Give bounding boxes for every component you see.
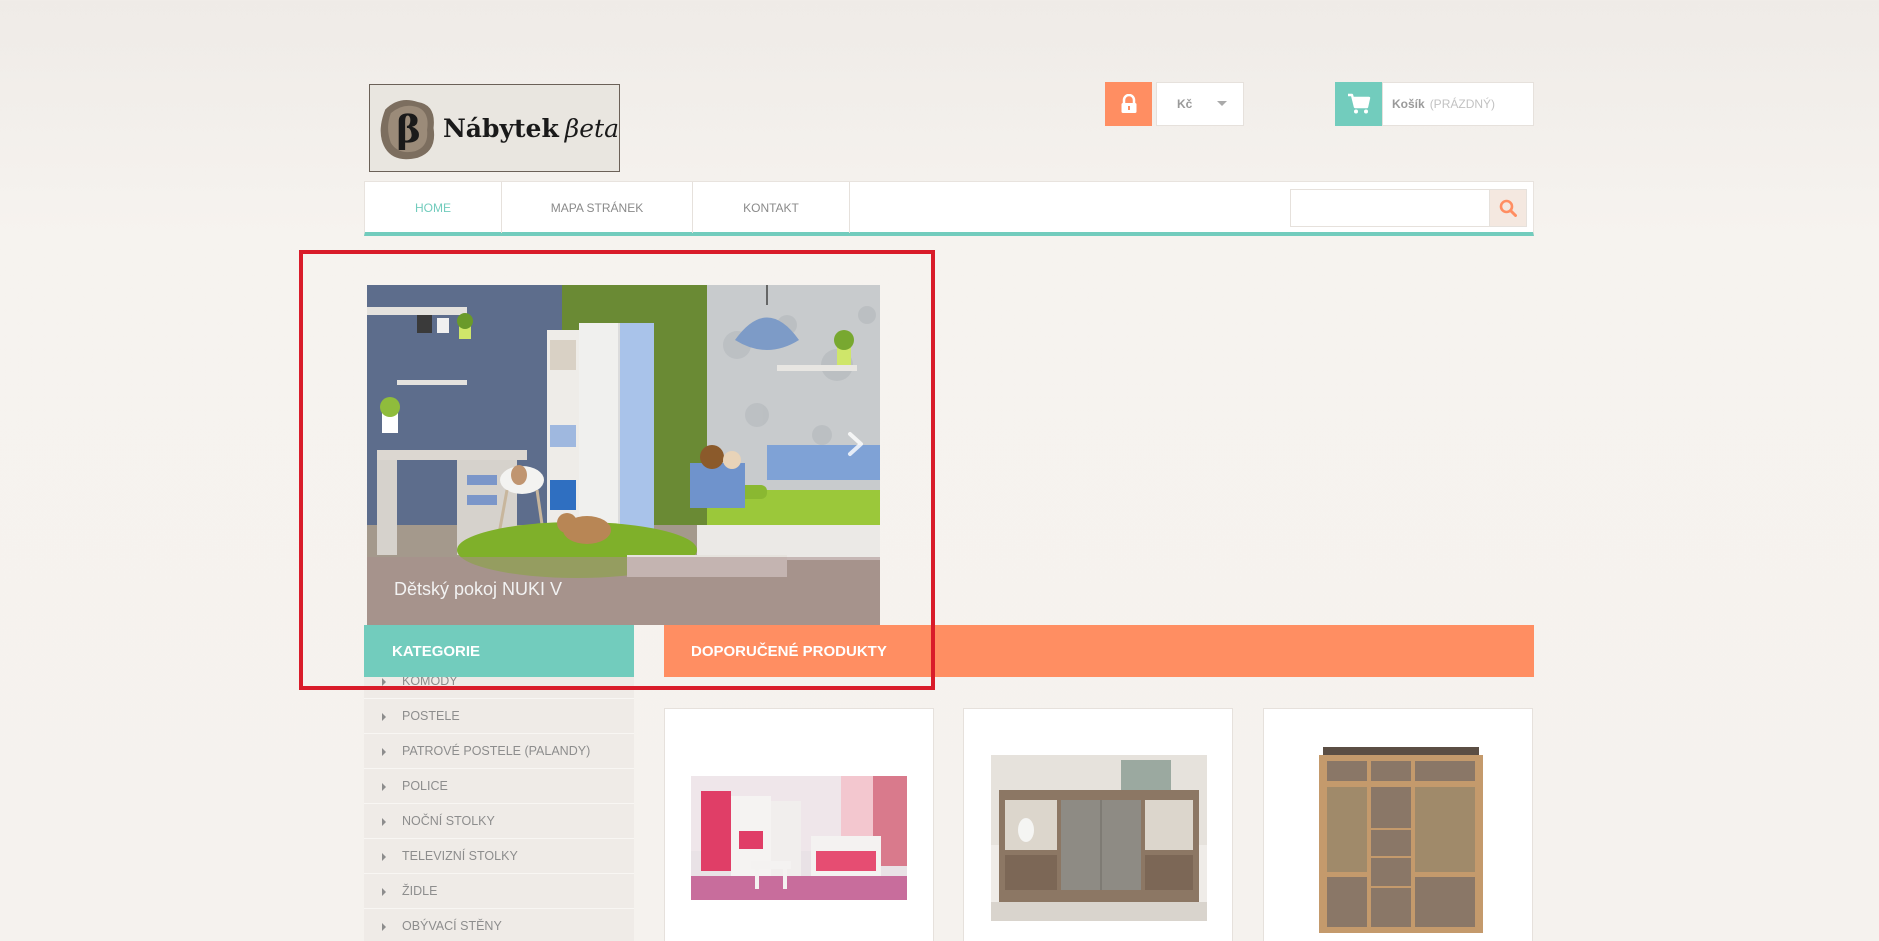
category-item-police[interactable]: POLICE bbox=[364, 769, 634, 804]
category-item-zidle[interactable]: ŽIDLE bbox=[364, 874, 634, 909]
highlight-box bbox=[299, 250, 935, 690]
search-icon bbox=[1499, 199, 1517, 217]
product-image-display-cabinet bbox=[1309, 747, 1489, 935]
logo-script: βeta bbox=[564, 113, 619, 143]
category-item-patrove-postele[interactable]: PATROVÉ POSTELE (PALANDY) bbox=[364, 734, 634, 769]
chevron-down-icon bbox=[1217, 101, 1227, 106]
search-input[interactable] bbox=[1290, 189, 1490, 227]
caret-right-icon bbox=[382, 713, 386, 721]
caret-right-icon bbox=[382, 818, 386, 826]
cart-button[interactable] bbox=[1335, 82, 1382, 126]
product-image-sideboard-cabinet bbox=[991, 755, 1207, 921]
product-image-pink-kids-room bbox=[691, 776, 907, 900]
cart-label: Košík bbox=[1392, 97, 1425, 111]
cart-icon bbox=[1347, 93, 1370, 114]
caret-right-icon bbox=[382, 748, 386, 756]
category-item-postele[interactable]: POSTELE bbox=[364, 699, 634, 734]
search-button[interactable] bbox=[1489, 189, 1527, 227]
cart-summary[interactable]: Košík (PRÁZDNÝ) bbox=[1382, 82, 1534, 126]
logo-emblem-icon: β bbox=[380, 99, 435, 160]
product-card[interactable] bbox=[963, 708, 1233, 941]
logo-text: Nábytek bbox=[442, 113, 559, 143]
nav-item-sitemap[interactable]: MAPA STRÁNEK bbox=[502, 182, 693, 233]
currency-value: Kč bbox=[1177, 97, 1193, 111]
cart-status: (PRÁZDNÝ) bbox=[1429, 97, 1496, 111]
category-item-nocni-stolky[interactable]: NOČNÍ STOLKY bbox=[364, 804, 634, 839]
lock-icon bbox=[1121, 94, 1136, 113]
svg-text:β: β bbox=[396, 107, 421, 151]
category-item-obyvaci-steny[interactable]: OBÝVACÍ STĚNY bbox=[364, 909, 634, 941]
category-list: KOMODY POSTELE PATROVÉ POSTELE (PALANDY)… bbox=[364, 677, 634, 941]
currency-select[interactable]: Kč bbox=[1156, 82, 1244, 126]
site-logo[interactable]: β Nábytek βeta bbox=[369, 84, 620, 172]
caret-right-icon bbox=[382, 888, 386, 896]
product-card[interactable] bbox=[1263, 708, 1533, 941]
category-item-televizni-stolky[interactable]: TELEVIZNÍ STOLKY bbox=[364, 839, 634, 874]
caret-right-icon bbox=[382, 853, 386, 861]
login-button[interactable] bbox=[1105, 82, 1152, 126]
main-nav: HOME MAPA STRÁNEK KONTAKT bbox=[364, 181, 1534, 236]
nav-item-contact[interactable]: KONTAKT bbox=[693, 182, 850, 233]
caret-right-icon bbox=[382, 783, 386, 791]
nav-item-home[interactable]: HOME bbox=[365, 182, 502, 233]
product-card[interactable] bbox=[664, 708, 934, 941]
caret-right-icon bbox=[382, 923, 386, 931]
